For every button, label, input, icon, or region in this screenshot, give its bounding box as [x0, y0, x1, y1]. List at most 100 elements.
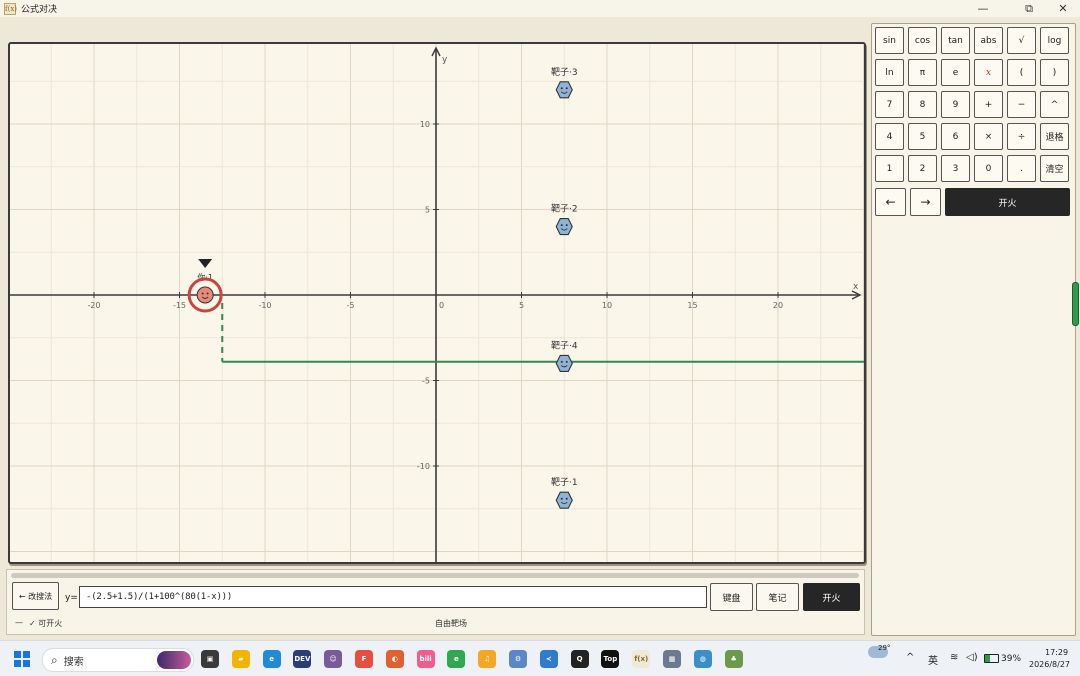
shooter-eye	[206, 292, 209, 295]
y-prefix-label: y=	[65, 593, 78, 603]
close-button[interactable]: ✕	[1046, 0, 1080, 17]
search-placeholder: 搜索	[63, 656, 84, 668]
ime-indicator[interactable]: 英	[928, 652, 938, 667]
temperature: 29°	[878, 644, 891, 652]
formula-input[interactable]: -(2.5+1.5)/(1+100^(80(1-x)))	[79, 586, 707, 608]
y-axis-label: y	[442, 55, 448, 65]
x-tick-label: 15	[687, 301, 697, 310]
graph-canvas[interactable]: x y -20 -15 -10 -5 5 10 15 20 0 10 5 -5 -10 靶子·3 靶子·2 靶子·…	[8, 42, 866, 564]
key-symbol-2-5[interactable]: ^	[1040, 91, 1069, 118]
key-8[interactable]: 8	[908, 91, 937, 118]
key-abs[interactable]: abs	[974, 27, 1003, 54]
key-5[interactable]: 5	[908, 123, 937, 150]
x-tick-label: 20	[773, 301, 783, 310]
key-6[interactable]: 6	[941, 123, 970, 150]
volume-icon[interactable]: ◁)	[966, 652, 978, 663]
taskbar-search[interactable]: ⌕ 搜索	[42, 648, 194, 672]
calculator-app-icon[interactable]: ▦	[663, 650, 681, 668]
tray-expand-icon[interactable]: ^	[906, 652, 914, 663]
edge-green-app-icon[interactable]: e	[447, 650, 466, 668]
bilibili-app-icon[interactable]: bili	[416, 650, 435, 668]
shooter-eye	[201, 292, 204, 295]
key-ln[interactable]: ln	[875, 59, 904, 86]
search-icon: ⌕	[51, 652, 58, 667]
files-app-icon[interactable]: ▣	[201, 650, 219, 668]
key-7[interactable]: 7	[875, 91, 904, 118]
key-symbol-4-5[interactable]: 清空	[1040, 155, 1069, 182]
search-highlight-icon	[157, 651, 191, 669]
shooter-marker[interactable]	[196, 286, 214, 304]
window-title: 公式对决	[21, 5, 58, 15]
key-4[interactable]: 4	[875, 123, 904, 150]
qq-app-icon[interactable]: Q	[570, 650, 589, 668]
x-tick-label: -15	[173, 301, 186, 310]
y-tick-label: 5	[425, 206, 430, 215]
key-symbol-3-4[interactable]: ÷	[1007, 123, 1036, 150]
target-eye	[565, 497, 568, 500]
key-symbol-2-3[interactable]: +	[974, 91, 1003, 118]
key-symbol-1-4[interactable]: (	[1007, 59, 1036, 86]
keyboard-button[interactable]: 键盘	[710, 583, 753, 611]
taskbar: ⌕ 搜索 ▣ ▰ e DEV ☺ F ◐ bili e ♫ ⚙ ≺ Q Top f(x) ▦ ◍ ♣ 29° ^ …	[0, 640, 1080, 676]
figma-app-icon[interactable]: F	[355, 650, 373, 668]
key-e[interactable]: e	[941, 59, 970, 86]
wifi-icon[interactable]: ≋	[950, 652, 958, 663]
back-button[interactable]: ← 改搜法	[12, 582, 59, 610]
key-0[interactable]: 0	[974, 155, 1003, 182]
weather-widget[interactable]: 29°	[868, 644, 891, 658]
explorer-app-icon[interactable]: ▰	[231, 650, 250, 668]
fire-button[interactable]: 开火	[803, 583, 860, 611]
horizontal-scrollbar[interactable]	[11, 573, 859, 578]
key-cos[interactable]: cos	[908, 27, 937, 54]
key-9[interactable]: 9	[941, 91, 970, 118]
key-symbol-3-5[interactable]: 退格	[1040, 123, 1069, 150]
vertical-scrollbar[interactable]	[1072, 282, 1079, 326]
target-marker[interactable]	[555, 81, 573, 99]
notes-button[interactable]: 笔记	[756, 583, 799, 611]
keypad-panel: ← → 开火 sin cos tan abs √ log ln π e x() 7 8 9 + − ^ 4 5 6 ×…	[871, 23, 1076, 636]
keypad-fire-button[interactable]: 开火	[945, 188, 1070, 216]
battery-icon[interactable]	[984, 654, 999, 663]
typora-app-icon[interactable]: Top	[601, 650, 620, 668]
vscode-app-icon[interactable]: ≺	[539, 650, 558, 668]
globe-app-icon[interactable]: ◍	[693, 650, 712, 668]
key-symbol-2-4[interactable]: −	[1007, 91, 1036, 118]
key-x[interactable]: x	[974, 59, 1003, 86]
target-marker[interactable]	[555, 218, 573, 236]
notes-app-icon[interactable]: ♫	[478, 650, 497, 668]
app-logo-icon: f(x)	[4, 2, 18, 15]
game-app-icon[interactable]: ♣	[724, 650, 743, 668]
target-marker[interactable]	[555, 354, 573, 372]
key-tan[interactable]: tan	[941, 27, 970, 54]
formula-text: -(2.5+1.5)/(1+100^(80(1-x)))	[86, 592, 233, 602]
key-symbol-0-4[interactable]: √	[1007, 27, 1036, 54]
settings-app-icon[interactable]: ⚙	[509, 650, 527, 668]
edge-app-icon[interactable]: e	[262, 650, 281, 668]
key-symbol-3-3[interactable]: ×	[974, 123, 1003, 150]
key-1[interactable]: 1	[875, 155, 904, 182]
key-sin[interactable]: sin	[875, 27, 904, 54]
key-symbol-1-5[interactable]: )	[1040, 59, 1069, 86]
dev-app-icon[interactable]: DEV	[293, 650, 312, 668]
key-.[interactable]: .	[1007, 155, 1036, 182]
key-symbol-1-1[interactable]: π	[908, 59, 937, 86]
start-icon[interactable]	[13, 650, 31, 668]
x-axis-label: x	[853, 282, 859, 292]
key-log[interactable]: log	[1040, 27, 1069, 54]
cursor-right-key[interactable]: →	[910, 188, 941, 216]
target-marker[interactable]	[555, 491, 573, 509]
app-orange-app-icon[interactable]: ◐	[385, 650, 404, 668]
restore-button[interactable]: ⧉	[1012, 0, 1046, 17]
minimize-button[interactable]: —	[966, 0, 1000, 17]
graph-svg[interactable]: x y -20 -15 -10 -5 5 10 15 20 0 10 5 -5 -10 靶子·3 靶子·2 靶子·…	[10, 44, 864, 562]
formula-duel-app-icon[interactable]: f(x)	[632, 650, 651, 668]
cursor-left-key[interactable]: ←	[875, 188, 906, 216]
clock-time[interactable]: 17:29	[1045, 648, 1068, 657]
avatar-app-icon[interactable]: ☺	[324, 650, 343, 668]
clock-date[interactable]: 2026/8/27	[1029, 660, 1070, 669]
key-3[interactable]: 3	[941, 155, 970, 182]
formula-panel: ← 改搜法 y= -(2.5+1.5)/(1+100^(80(1-x))) 键盘…	[6, 569, 865, 635]
target-eye	[565, 87, 568, 90]
key-2[interactable]: 2	[908, 155, 937, 182]
x-tick-label: -5	[347, 301, 355, 310]
